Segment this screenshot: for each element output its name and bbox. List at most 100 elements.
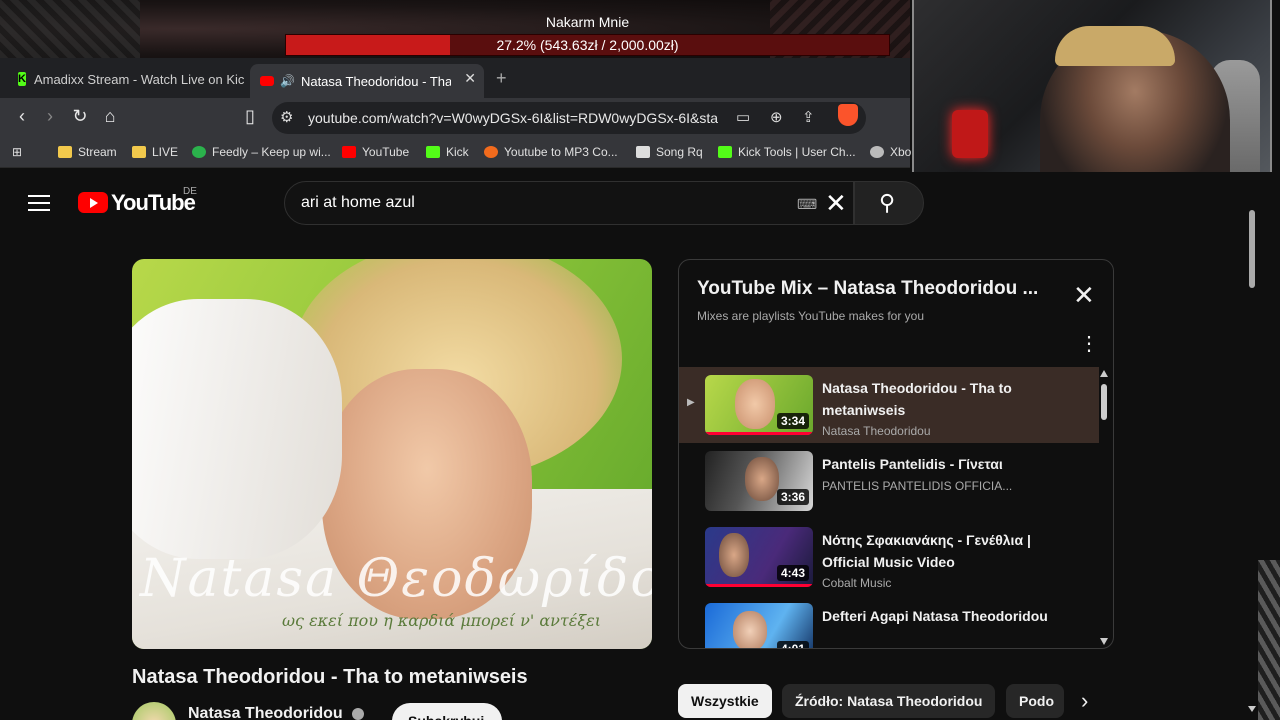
thumb-face — [735, 379, 775, 429]
youtube-header: YouTube DE ari at home azul ⌨ ✕ ⚲ — [0, 172, 1280, 234]
close-playlist-icon[interactable]: ✕ — [1073, 282, 1095, 308]
channel-avatar[interactable] — [132, 702, 176, 720]
album-art-subtitle: ως εκεί που η καρδιά μπορεί ν' αντέξει — [282, 611, 601, 630]
playlist-title[interactable]: YouTube Mix – Natasa Theodoridou ... — [697, 278, 1057, 300]
overlay-ornament — [1258, 560, 1280, 720]
bookmark-stream[interactable]: Stream — [58, 145, 117, 159]
playlist-item[interactable]: 4:43 Νότης Σφακιανάκης - Γενέθλια | Offi… — [679, 519, 1099, 595]
watched-progress — [705, 432, 813, 435]
kick-icon: K — [18, 72, 26, 86]
bookmark-xbox[interactable]: Xbo — [870, 145, 911, 159]
bookmarks-bar: ⊞ Stream LIVE Feedly – Keep up wi... You… — [0, 138, 911, 168]
kick-icon — [426, 146, 440, 158]
bookmark-kick-tools[interactable]: Kick Tools | User Ch... — [718, 145, 856, 159]
scrollbar-thumb[interactable] — [1101, 384, 1107, 420]
cast-icon[interactable]: ▭ — [736, 108, 750, 126]
zoom-icon[interactable]: ⊕ — [770, 108, 783, 126]
playlist-item-channel: Cobalt Music — [822, 576, 892, 590]
speaker-icon: 🔊 — [280, 74, 295, 88]
bookmark-kick[interactable]: Kick — [426, 145, 469, 159]
browser-toolbar: ‹ › ↻ ⌂ ▯ ⚙ youtube.com/watch?v=W0wyDGSx… — [0, 98, 910, 138]
playlist-thumbnail: 3:36 — [705, 451, 813, 511]
search-button[interactable]: ⚲ — [854, 181, 924, 225]
reload-button[interactable]: ↻ — [68, 106, 92, 127]
xbox-icon — [870, 146, 884, 158]
scroll-up-icon[interactable] — [1100, 370, 1108, 377]
close-tab-icon[interactable]: ✕ — [464, 70, 476, 87]
tab-label: Amadixx Stream - Watch Live on Kick — [33, 71, 244, 87]
video-title: Natasa Theodoridou - Tha to metaniwseis — [132, 666, 528, 688]
bookmark-mp3[interactable]: Youtube to MP3 Co... — [484, 145, 618, 159]
chevron-right-icon[interactable]: › — [1081, 688, 1088, 714]
bookmark-label: Feedly – Keep up wi... — [212, 145, 331, 159]
duration-badge: 4:43 — [776, 565, 809, 581]
thumb-face — [745, 457, 779, 501]
menu-icon[interactable] — [28, 195, 50, 211]
playlist-item[interactable]: 4:01 Defteri Agapi Natasa Theodoridou — [679, 595, 1099, 648]
bookmark-live[interactable]: LIVE — [132, 145, 178, 159]
bookmark-label: Youtube to MP3 Co... — [504, 145, 618, 159]
video-player[interactable]: Natasa Θεοδωρίδου ως εκεί που η καρδιά μ… — [132, 259, 652, 649]
screen: Nakarm Mnie 27.2% (543.63zł / 2,000.00zł… — [0, 0, 1280, 720]
bookmark-feedly[interactable]: Feedly – Keep up wi... — [192, 145, 331, 159]
channel-name[interactable]: Natasa Theodoridou — [188, 705, 343, 720]
playlist-thumbnail: 4:01 — [705, 603, 813, 648]
page-scrollbar-thumb[interactable] — [1249, 210, 1255, 288]
youtube-icon — [342, 146, 356, 158]
tab-youtube[interactable]: 🔊 Natasa Theodoridou - Tha to ✕ — [250, 64, 484, 98]
bookmark-label: YouTube — [362, 145, 410, 159]
playlist-thumbnail: 3:34 — [705, 375, 813, 435]
bookmark-label: Stream — [78, 145, 117, 159]
search-input[interactable]: ari at home azul ⌨ ✕ — [284, 181, 854, 225]
scroll-down-icon[interactable] — [1100, 638, 1108, 645]
bookmark-icon[interactable]: ▯ — [238, 106, 262, 127]
cart-icon — [636, 146, 650, 158]
bookmark-label: LIVE — [152, 145, 179, 159]
country-code: DE — [183, 186, 197, 197]
webcam-hat — [1055, 26, 1175, 66]
new-tab-button[interactable]: + — [496, 68, 507, 89]
bookmark-label: Kick — [446, 145, 469, 159]
brave-shield-icon[interactable] — [838, 104, 858, 126]
folder-icon — [58, 146, 72, 158]
apps-icon[interactable]: ⊞ — [12, 145, 22, 159]
playlist-thumbnail: 4:43 — [705, 527, 813, 587]
playlist-scrollbar[interactable] — [1098, 370, 1110, 646]
kick-icon — [718, 146, 732, 158]
scroll-down-icon[interactable] — [1248, 706, 1256, 712]
playlist-item-title: Pantelis Pantelidis - Γίνεται — [822, 456, 1003, 472]
keyboard-icon[interactable]: ⌨ — [797, 196, 817, 213]
page-scrollbar[interactable] — [1248, 210, 1256, 720]
watched-progress — [705, 584, 813, 587]
search-query: ari at home azul — [301, 194, 415, 211]
tab-kick[interactable]: K Amadixx Stream - Watch Live on Kick — [8, 64, 244, 94]
clear-search-icon[interactable]: ✕ — [825, 188, 847, 219]
bookmark-song-rq[interactable]: Song Rq — [636, 145, 703, 159]
playlist-item[interactable]: 3:36 Pantelis Pantelidis - Γίνεται PANTE… — [679, 443, 1099, 519]
chip-similar[interactable]: Podo — [1006, 684, 1064, 718]
thumb-face — [733, 611, 767, 648]
subscribe-button[interactable]: Subskrybuj — [392, 703, 502, 720]
home-button[interactable]: ⌂ — [98, 106, 122, 127]
youtube-logo-icon[interactable] — [78, 192, 108, 213]
address-bar[interactable]: ⚙ youtube.com/watch?v=W0wyDGSx-6I&list=R… — [272, 102, 866, 134]
more-options-icon[interactable]: ⋮ — [1079, 334, 1099, 354]
share-icon[interactable]: ⇪ — [802, 108, 815, 126]
forward-button[interactable]: › — [38, 106, 62, 127]
mp3-icon — [484, 146, 498, 158]
chip-source[interactable]: Źródło: Natasa Theodoridou — [782, 684, 996, 718]
folder-icon — [132, 146, 146, 158]
site-info-icon[interactable]: ⚙ — [280, 108, 293, 126]
playlist-item[interactable]: ▶ 3:34 Natasa Theodoridou - Tha to metan… — [679, 367, 1099, 443]
playlist-item-title: Νότης Σφακιανάκης - Γενέθλια | Official … — [822, 532, 1031, 570]
back-button[interactable]: ‹ — [10, 106, 34, 127]
duration-badge: 3:36 — [776, 489, 809, 505]
chip-all[interactable]: Wszystkie — [678, 684, 772, 718]
now-playing-icon: ▶ — [687, 397, 695, 408]
bookmark-youtube[interactable]: YouTube — [342, 145, 409, 159]
duration-badge: 3:34 — [776, 413, 809, 429]
tab-label: Natasa Theodoridou - Tha to — [300, 73, 451, 89]
url-text: youtube.com/watch?v=W0wyDGSx-6I&list=RDW… — [308, 110, 718, 126]
playlist-subtitle: Mixes are playlists YouTube makes for yo… — [697, 309, 924, 323]
search-icon: ⚲ — [879, 190, 896, 215]
